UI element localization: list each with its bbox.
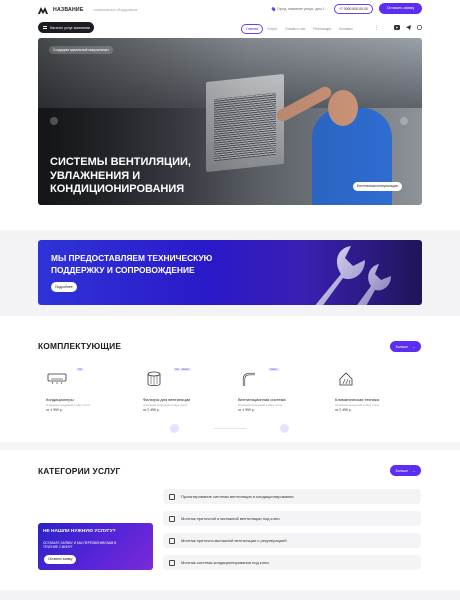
- page: НАЗВАНИЕ климатическое оборудование Горо…: [0, 0, 460, 600]
- arrow-right-icon: →: [412, 344, 416, 349]
- air-filter-icon: [147, 371, 161, 386]
- product-badge: Новое: [268, 368, 280, 371]
- product-price: от 2 499 р.: [143, 408, 160, 412]
- product-card[interactable]: Климатическая техника Описание продукции…: [331, 366, 425, 416]
- product-price: от 1 990 р.: [46, 408, 63, 412]
- product-name: Климатическая техника: [335, 397, 379, 402]
- product-name: Кондиционеры: [46, 397, 74, 402]
- banner-title: МЫ ПРЕДОСТАВЛЯЕМ ТЕХНИЧЕСКУЮ ПОДДЕРЖКУ И…: [51, 253, 213, 275]
- nav-services[interactable]: Услуги: [263, 25, 281, 33]
- logo-icon[interactable]: [38, 6, 48, 14]
- telegram-icon[interactable]: [406, 25, 411, 30]
- slider-prev-button[interactable]: [50, 117, 58, 125]
- service-label: Проектирование системы вентиляции и конд…: [181, 494, 294, 499]
- hero-title-line: СИСТЕМЫ ВЕНТИЛЯЦИИ,: [50, 156, 191, 168]
- arrow-right-icon: →: [412, 468, 416, 473]
- ventilation-design-icon: [169, 493, 175, 500]
- product-card[interactable]: Хит Кондиционеры Описание продукции в па…: [42, 366, 136, 416]
- ac-install-icon: [169, 559, 175, 566]
- address: Город, название улицы, дом 1: [271, 6, 325, 12]
- whatsapp-icon[interactable]: [417, 25, 422, 30]
- product-desc: Описание продукции в пару строк: [238, 403, 283, 407]
- components-title: КОМПЛЕКТУЮЩИЕ: [38, 341, 122, 351]
- nav-reviews[interactable]: Отзывы о нас: [281, 25, 309, 33]
- service-item[interactable]: Монтаж приточной и вытяжной вентиляции п…: [163, 511, 421, 526]
- social-links: [394, 25, 422, 30]
- product-badge: Хит: [76, 368, 85, 371]
- carousel-progress: [214, 428, 246, 429]
- product-name: Вентиляционная система: [238, 397, 286, 402]
- service-item[interactable]: Монтаж приточно-вытяжной вентиляции с ре…: [163, 533, 421, 548]
- youtube-icon[interactable]: [394, 25, 400, 30]
- recuperation-icon: [169, 537, 175, 544]
- nav-home[interactable]: Главная: [241, 24, 264, 34]
- catalog-button[interactable]: Каталог услуг компании: [38, 22, 94, 33]
- service-item[interactable]: Проектирование системы вентиляции и конд…: [163, 489, 421, 504]
- hero-title-line: УВЛАЖНЕНИЯ И: [50, 169, 141, 182]
- product-card[interactable]: Новое Вентиляционная система Описание пр…: [234, 366, 328, 416]
- duct-pipe-icon: [242, 372, 255, 386]
- banner-details-button[interactable]: Подробнее: [51, 282, 77, 292]
- product-desc: Описание продукции в пару строк: [335, 403, 380, 407]
- address-text: Город, название улицы, дом 1: [277, 7, 325, 11]
- more-label: Больше: [395, 468, 408, 473]
- product-badge: Хит · Новое: [173, 368, 192, 371]
- service-label: Монтаж приточной и вытяжной вентиляции п…: [181, 516, 280, 521]
- nav-projects[interactable]: Реализация: [309, 25, 335, 33]
- hero-title: СИСТЕМЫ ВЕНТИЛЯЦИИ, УВЛАЖНЕНИЯ И КОНДИЦИ…: [50, 156, 191, 197]
- product-desc: Описание продукции в пару строк: [143, 403, 188, 407]
- ventilation-install-icon: [169, 515, 175, 522]
- service-label: Монтаж приточно-вытяжной вентиляции с ре…: [181, 538, 287, 543]
- tagline: климатическое оборудование: [93, 8, 138, 12]
- promo-title: НЕ НАШЛИ НУЖНУЮ УСЛУГУ?: [43, 529, 116, 534]
- carousel-prev-button[interactable]: [170, 424, 179, 433]
- main-nav: Главная Услуги Отзывы о нас Реализация К…: [241, 24, 357, 34]
- hero-badge: Создадим идеальный микроклимат: [49, 46, 113, 54]
- free-consultation-button[interactable]: Бесплатная консультация: [353, 182, 402, 191]
- phone-link[interactable]: +7 0000 000-00-00: [334, 4, 373, 14]
- catalog-button-label: Каталог услуг компании: [50, 25, 90, 30]
- hero-title-line: КОНДИЦИОНИРОВАНИЯ: [50, 183, 185, 195]
- promo-request-button[interactable]: Оставить заявку: [44, 555, 77, 564]
- location-pin-icon: [271, 6, 276, 12]
- wrench-illustration: [315, 246, 391, 305]
- categories-more-button[interactable]: Больше →: [390, 465, 421, 476]
- more-label: Больше: [395, 344, 408, 349]
- logo-text[interactable]: НАЗВАНИЕ: [53, 7, 84, 13]
- menu-icon: [43, 26, 47, 29]
- product-price: от 2 499 р.: [335, 408, 352, 412]
- request-button[interactable]: Оставить заявку: [379, 3, 422, 14]
- product-desc: Описание продукции в пару строк: [46, 403, 91, 407]
- product-name: Фильтры для вентиляции: [143, 397, 191, 402]
- product-card[interactable]: Хит · Новое Фильтры для вентиляции Описа…: [139, 366, 233, 416]
- nav-contacts[interactable]: Контакты: [335, 25, 357, 33]
- slider-next-button[interactable]: [400, 117, 408, 125]
- categories-title: КАТЕГОРИИ УСЛУГ: [38, 466, 121, 476]
- vertical-dots-icon[interactable]: ⋮: [374, 25, 379, 31]
- components-more-button[interactable]: Больше →: [390, 341, 421, 352]
- product-price: от 1 990 р.: [238, 408, 255, 412]
- carousel-next-button[interactable]: [280, 424, 289, 433]
- climate-house-icon: [339, 372, 353, 386]
- air-conditioner-icon: [47, 373, 67, 385]
- service-item[interactable]: Монтаж системы кондиционирования под клю…: [163, 555, 421, 570]
- service-label: Монтаж системы кондиционирования под клю…: [181, 560, 269, 565]
- promo-text: ОСТАВЬТЕ ЗАЯВКУ И МЫ ПЕРЕЗВОНИМ ВАМ В ТЕ…: [43, 541, 117, 550]
- footer-band: [0, 590, 460, 600]
- section-divider: [0, 442, 460, 450]
